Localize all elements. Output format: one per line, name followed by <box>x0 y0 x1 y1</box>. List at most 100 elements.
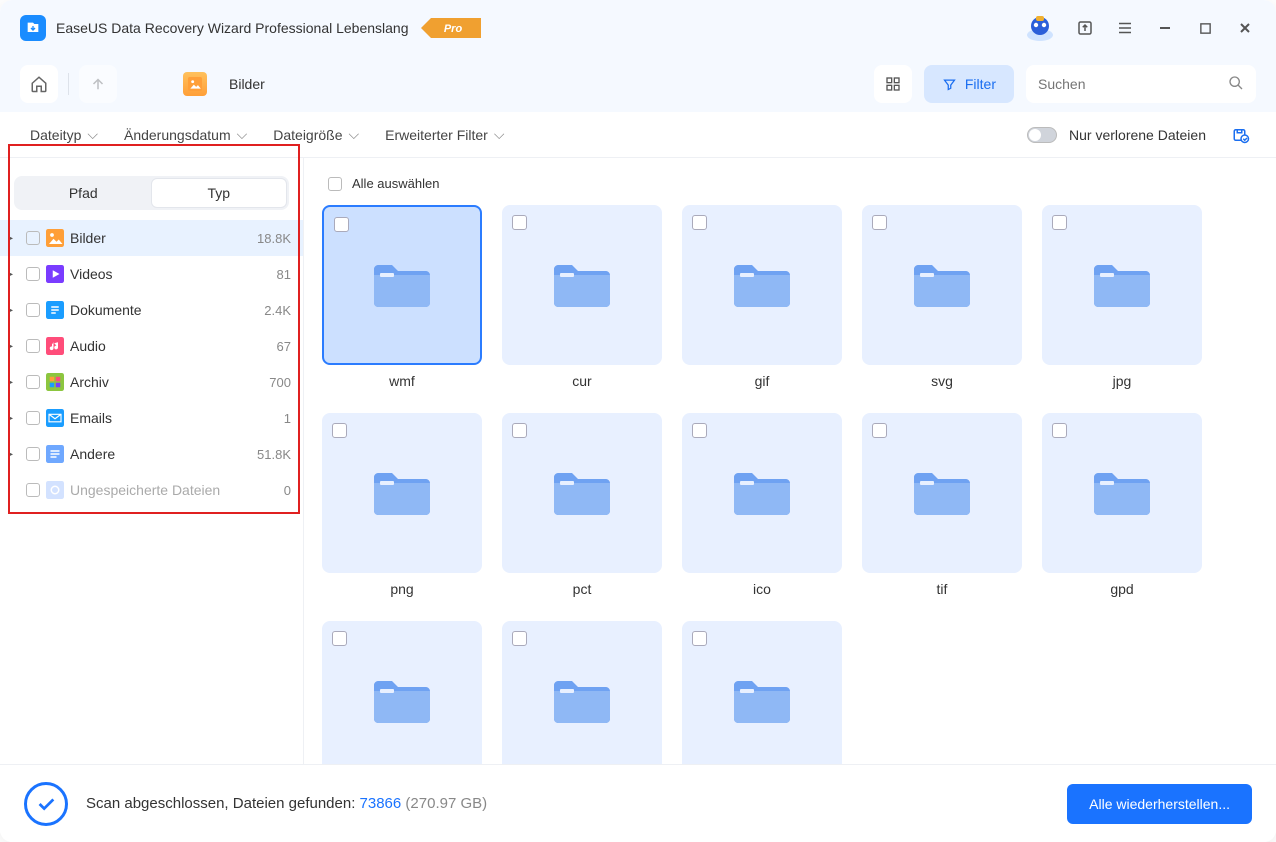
grid-view-button[interactable] <box>874 65 912 103</box>
tree-item-bilder[interactable]: ▸Bilder18.8K <box>0 220 303 256</box>
category-label: Bilder <box>70 230 251 246</box>
pro-badge: Pro <box>421 18 481 38</box>
svg-text:Pro: Pro <box>443 23 462 35</box>
expand-caret-icon[interactable]: ▸ <box>8 305 20 316</box>
filter-advanced[interactable]: Erweiterter Filter⌵ <box>375 120 514 149</box>
folder-name: cur <box>572 373 591 389</box>
chevron-down-icon: ⌵ <box>87 126 98 143</box>
folder-name: tif <box>937 581 948 597</box>
category-count: 67 <box>277 339 291 354</box>
folder-thumbnail[interactable] <box>322 413 482 573</box>
folder-thumbnail[interactable] <box>502 205 662 365</box>
folder-thumbnail[interactable] <box>682 205 842 365</box>
folder-name: pct <box>573 581 592 597</box>
folder-thumbnail[interactable] <box>862 413 1022 573</box>
folder-name: jpg <box>1113 373 1132 389</box>
titlebar: EaseUS Data Recovery Wizard Professional… <box>0 0 1276 56</box>
expand-caret-icon[interactable]: ▸ <box>8 341 20 352</box>
lost-files-toggle[interactable] <box>1027 127 1057 143</box>
folder-thumbnail[interactable] <box>322 621 482 764</box>
folder-thumbnail[interactable] <box>1042 413 1202 573</box>
status-text: Scan abgeschlossen, Dateien gefunden: 73… <box>86 795 487 812</box>
save-scan-button[interactable] <box>1226 120 1256 150</box>
category-icon <box>46 409 64 427</box>
category-label: Audio <box>70 338 271 354</box>
folder-card: svg <box>862 205 1022 389</box>
folder-thumbnail[interactable] <box>502 621 662 764</box>
tree-checkbox[interactable] <box>26 267 40 281</box>
select-all-row[interactable]: Alle auswählen <box>322 172 1258 205</box>
maximize-button[interactable] <box>1194 17 1216 39</box>
folder-checkbox[interactable] <box>1052 215 1067 230</box>
category-icon <box>46 445 64 463</box>
tree-checkbox[interactable] <box>26 483 40 497</box>
minimize-button[interactable] <box>1154 17 1176 39</box>
category-icon <box>46 481 64 499</box>
folder-thumbnail[interactable] <box>682 621 842 764</box>
tab-path[interactable]: Pfad <box>16 178 151 208</box>
folder-checkbox[interactable] <box>332 423 347 438</box>
breadcrumb-image-icon <box>183 72 207 96</box>
share-icon[interactable] <box>1074 17 1096 39</box>
select-all-checkbox[interactable] <box>328 177 342 191</box>
folder-checkbox[interactable] <box>872 215 887 230</box>
folder-thumbnail[interactable] <box>1042 205 1202 365</box>
category-label: Ungespeicherte Dateien <box>70 482 278 498</box>
chevron-down-icon: ⌵ <box>494 126 505 143</box>
tree-checkbox[interactable] <box>26 447 40 461</box>
category-icon <box>46 229 64 247</box>
filter-filetype[interactable]: Dateityp⌵ <box>20 120 108 149</box>
folder-checkbox[interactable] <box>872 423 887 438</box>
expand-caret-icon[interactable]: ▸ <box>8 233 20 244</box>
close-button[interactable] <box>1234 17 1256 39</box>
tree-checkbox[interactable] <box>26 303 40 317</box>
expand-caret-icon[interactable]: ▸ <box>8 377 20 388</box>
filter-bar: Dateityp⌵ Änderungsdatum⌵ Dateigröße⌵ Er… <box>0 112 1276 158</box>
tree-item-archiv[interactable]: ▸Archiv700 <box>0 364 303 400</box>
search-input[interactable] <box>1038 76 1228 92</box>
category-count: 1 <box>284 411 291 426</box>
tree-checkbox[interactable] <box>26 375 40 389</box>
recover-all-button[interactable]: Alle wiederherstellen... <box>1067 784 1252 824</box>
tree-item-ungespeicherte-dateien[interactable]: Ungespeicherte Dateien0 <box>0 472 303 508</box>
folder-thumbnail[interactable] <box>682 413 842 573</box>
folder-checkbox[interactable] <box>332 631 347 646</box>
folder-checkbox[interactable] <box>512 423 527 438</box>
folder-checkbox[interactable] <box>692 423 707 438</box>
tree-item-videos[interactable]: ▸Videos81 <box>0 256 303 292</box>
category-icon <box>46 373 64 391</box>
expand-caret-icon[interactable]: ▸ <box>8 413 20 424</box>
filter-size[interactable]: Dateigröße⌵ <box>263 120 369 149</box>
folder-thumbnail[interactable] <box>502 413 662 573</box>
tree-checkbox[interactable] <box>26 339 40 353</box>
folder-checkbox[interactable] <box>1052 423 1067 438</box>
tree-checkbox[interactable] <box>26 411 40 425</box>
expand-caret-icon[interactable]: ▸ <box>8 449 20 460</box>
folder-thumbnail[interactable] <box>322 205 482 365</box>
category-label: Archiv <box>70 374 263 390</box>
up-button[interactable] <box>79 65 117 103</box>
home-button[interactable] <box>20 65 58 103</box>
app-window: EaseUS Data Recovery Wizard Professional… <box>0 0 1276 842</box>
search-box[interactable] <box>1026 65 1256 103</box>
expand-caret-icon[interactable]: ▸ <box>8 269 20 280</box>
tab-type[interactable]: Typ <box>151 178 288 208</box>
tree-item-audio[interactable]: ▸ Audio 67 <box>0 328 303 364</box>
search-icon[interactable] <box>1228 75 1244 94</box>
tree-item-andere[interactable]: ▸Andere51.8K <box>0 436 303 472</box>
filter-date[interactable]: Änderungsdatum⌵ <box>114 120 257 149</box>
folder-checkbox[interactable] <box>512 631 527 646</box>
menu-icon[interactable] <box>1114 17 1136 39</box>
folder-checkbox[interactable] <box>334 217 349 232</box>
folder-thumbnail[interactable] <box>862 205 1022 365</box>
folder-checkbox[interactable] <box>692 631 707 646</box>
assistant-icon[interactable] <box>1024 12 1056 44</box>
filter-button[interactable]: Filter <box>924 65 1014 103</box>
folder-checkbox[interactable] <box>512 215 527 230</box>
folder-checkbox[interactable] <box>692 215 707 230</box>
tree-item-dokumente[interactable]: ▸Dokumente2.4K <box>0 292 303 328</box>
toolbar: Bilder Filter <box>0 56 1276 112</box>
category-count: 2.4K <box>264 303 291 318</box>
tree-checkbox[interactable] <box>26 231 40 245</box>
tree-item-emails[interactable]: ▸Emails1 <box>0 400 303 436</box>
